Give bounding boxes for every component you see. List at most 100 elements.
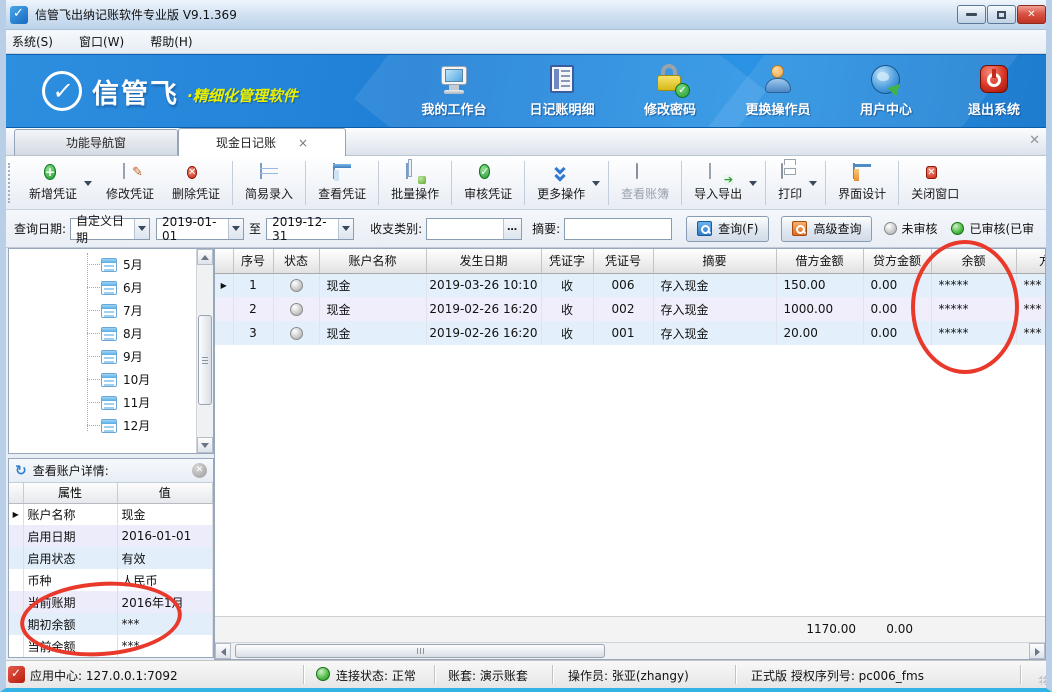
view-voucher-button[interactable]: 查看凭证	[309, 159, 375, 207]
tab-cash-journal[interactable]: 现金日记账 ×	[178, 128, 346, 156]
category-input[interactable]: …	[426, 218, 522, 240]
menu-help[interactable]: 帮助(H)	[150, 33, 192, 50]
toolbar-separator	[305, 161, 306, 205]
col-debit[interactable]: 借方金额	[776, 249, 863, 273]
ellipsis-button[interactable]: …	[503, 219, 521, 239]
col-summary[interactable]: 摘要	[653, 249, 776, 273]
menu-bar: 系统(S) 窗口(W) 帮助(H)	[0, 30, 1052, 54]
connection-status: 连接状态: 正常	[336, 667, 416, 684]
close-button[interactable]: ✕	[1017, 5, 1046, 24]
col-account[interactable]: 账户名称	[319, 249, 426, 273]
ui-design-button[interactable]: 界面设计	[829, 159, 895, 207]
scroll-left-icon[interactable]	[215, 643, 231, 659]
minimize-button[interactable]	[957, 5, 986, 24]
close-window-button[interactable]: ✕ 关闭窗口	[902, 159, 968, 207]
window-title: 信管飞出纳记账软件专业版 V9.1.369	[35, 6, 237, 23]
refresh-icon[interactable]: ↻	[15, 463, 27, 479]
add-voucher-button[interactable]: + 新增凭证	[20, 159, 97, 207]
detail-row[interactable]: ▶ 账户名称 现金	[9, 503, 213, 525]
panel-close-icon[interactable]: ✕	[192, 463, 207, 478]
banner-action-switch-operator[interactable]: 更换操作员	[736, 64, 820, 118]
date-to-picker[interactable]: 2019-12-31	[266, 218, 354, 240]
col-balance[interactable]: 余额	[931, 249, 1016, 273]
col-direction[interactable]: 方向	[1016, 249, 1046, 273]
tree-item-month[interactable]: 6月	[9, 276, 196, 299]
tab-close-icon[interactable]: ×	[298, 136, 308, 150]
app-window: 信管飞出纳记账软件专业版 V9.1.369 ✕ 系统(S) 窗口(W) 帮助(H…	[0, 0, 1052, 692]
scroll-up-icon[interactable]	[197, 249, 213, 265]
tree-item-month[interactable]: 7月	[9, 299, 196, 322]
batch-operation-button[interactable]: 批量操作	[382, 159, 448, 207]
toolbar-separator	[524, 161, 525, 205]
summary-input[interactable]	[564, 218, 672, 240]
banner-action-journal-detail[interactable]: 日记账明细	[520, 64, 604, 118]
row-marker: ▶	[13, 510, 19, 519]
tree-item-month[interactable]: 5月	[9, 253, 196, 276]
detail-row[interactable]: 当前账期 2016年1月	[9, 591, 213, 613]
scroll-thumb[interactable]	[198, 315, 212, 405]
banner-action-workbench[interactable]: 我的工作台	[412, 64, 496, 118]
tree-vertical-scrollbar[interactable]	[196, 249, 213, 453]
print-icon	[781, 163, 783, 179]
tree-item-month[interactable]: 8月	[9, 322, 196, 345]
toolbar-separator	[232, 161, 233, 205]
account-set-status: 账套: 演示账套	[448, 667, 528, 684]
cell-seq: 3	[233, 321, 273, 345]
detail-rows: ▶ 账户名称 现金 启用日期 2016-01-01 启用状态 有效 币种 人民币…	[9, 503, 213, 657]
more-operations-button[interactable]: 更多操作	[528, 159, 605, 207]
month-sheet-icon	[101, 258, 117, 272]
scroll-down-icon[interactable]	[197, 437, 213, 453]
resize-grip[interactable]	[1038, 675, 1048, 685]
advanced-query-button[interactable]: 高级查询	[781, 216, 872, 242]
horizontal-scrollbar[interactable]	[215, 642, 1045, 659]
scroll-right-icon[interactable]	[1029, 643, 1045, 659]
tree-item-month[interactable]: 12月	[9, 414, 196, 437]
banner-action-change-password[interactable]: ✓ 修改密码	[628, 64, 712, 118]
detail-row[interactable]: 启用日期 2016-01-01	[9, 525, 213, 547]
detail-value: 有效	[117, 547, 213, 569]
audit-voucher-button[interactable]: ✓ 审核凭证	[455, 159, 521, 207]
col-voucher-type[interactable]: 凭证字	[541, 249, 593, 273]
print-button[interactable]: 打印	[769, 159, 822, 207]
advanced-search-icon	[792, 221, 807, 236]
delete-voucher-button[interactable]: ✕ 删除凭证	[163, 159, 229, 207]
tree-item-month[interactable]: 10月	[9, 368, 196, 391]
app-center-icon	[8, 666, 25, 683]
banner-action-exit[interactable]: 退出系统	[952, 64, 1036, 118]
col-seq[interactable]: 序号	[233, 249, 273, 273]
table-row[interactable]: 2 现金 2019-02-26 16:20 收 002 存入现金 1000.00…	[215, 297, 1046, 321]
col-credit[interactable]: 贷方金额	[863, 249, 931, 273]
col-status[interactable]: 状态	[273, 249, 319, 273]
edit-voucher-button[interactable]: 修改凭证	[97, 159, 163, 207]
hscroll-thumb[interactable]	[235, 644, 605, 658]
detail-row[interactable]: 币种 人民币	[9, 569, 213, 591]
totals-row: 1170.00 0.00	[215, 616, 1045, 642]
month-tree-panel: 5月 6月 7月 8月 9月 10月 11月 12月	[8, 248, 214, 454]
detail-row[interactable]: 期初余额 ***	[9, 613, 213, 635]
tree-item-month[interactable]: 9月	[9, 345, 196, 368]
menu-window[interactable]: 窗口(W)	[79, 33, 124, 50]
banner-action-user-center[interactable]: 用户中心	[844, 64, 928, 118]
tree-item-month[interactable]: 11月	[9, 391, 196, 414]
detail-prop: 当前账期	[23, 591, 117, 613]
col-date[interactable]: 发生日期	[426, 249, 541, 273]
maximize-button[interactable]	[987, 5, 1016, 24]
detail-value: 现金	[117, 503, 213, 525]
detail-prop: 期初余额	[23, 613, 117, 635]
app-center-status: 应用中心: 127.0.0.1:7092	[30, 667, 178, 684]
cell-summary: 存入现金	[653, 321, 776, 345]
menu-system[interactable]: 系统(S)	[12, 33, 53, 50]
date-from-picker[interactable]: 2019-01-01	[156, 218, 244, 240]
detail-row[interactable]: 启用状态 有效	[9, 547, 213, 569]
table-row[interactable]: 3 现金 2019-02-26 16:20 收 001 存入现金 20.00 0…	[215, 321, 1046, 345]
query-button[interactable]: 查询(F)	[686, 216, 769, 242]
cell-debit: 1000.00	[776, 297, 863, 321]
table-row[interactable]: ▶ 1 现金 2019-03-26 10:10 收 006 存入现金 150.0…	[215, 273, 1046, 297]
col-voucher-no[interactable]: 凭证号	[593, 249, 653, 273]
tabstrip-close-icon[interactable]: ✕	[1029, 133, 1040, 148]
easy-entry-button[interactable]: 简易录入	[236, 159, 302, 207]
import-export-button[interactable]: 导入导出	[685, 159, 762, 207]
detail-row[interactable]: 当前余额 ***	[9, 635, 213, 657]
tab-function-nav[interactable]: 功能导航窗	[14, 129, 178, 155]
date-mode-select[interactable]: 自定义日期	[70, 218, 150, 240]
